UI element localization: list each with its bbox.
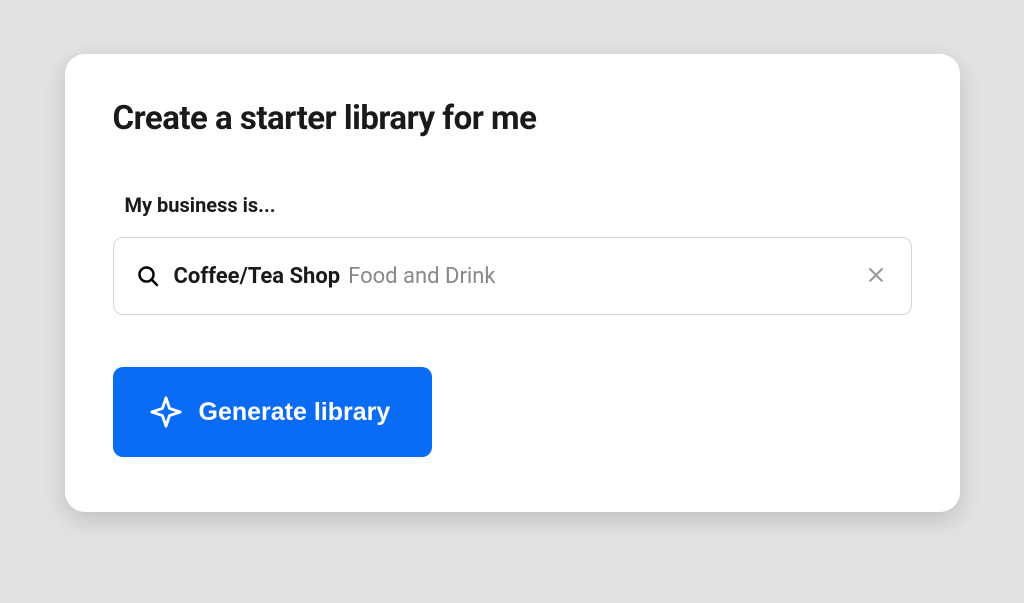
sparkle-icon	[149, 395, 183, 429]
business-category: Food and Drink	[348, 264, 495, 289]
business-input[interactable]: Coffee/Tea Shop Food and Drink	[113, 237, 912, 315]
starter-library-card: Create a starter library for me My busin…	[65, 54, 960, 512]
business-value: Coffee/Tea Shop	[174, 264, 341, 289]
clear-button[interactable]	[863, 263, 889, 289]
card-title: Create a starter library for me	[113, 99, 912, 138]
search-icon	[136, 264, 160, 288]
business-input-text: Coffee/Tea Shop Food and Drink	[174, 264, 849, 289]
generate-library-button[interactable]: Generate library	[113, 367, 433, 457]
business-label: My business is...	[125, 193, 912, 217]
generate-button-label: Generate library	[199, 398, 391, 427]
close-icon	[866, 265, 886, 288]
